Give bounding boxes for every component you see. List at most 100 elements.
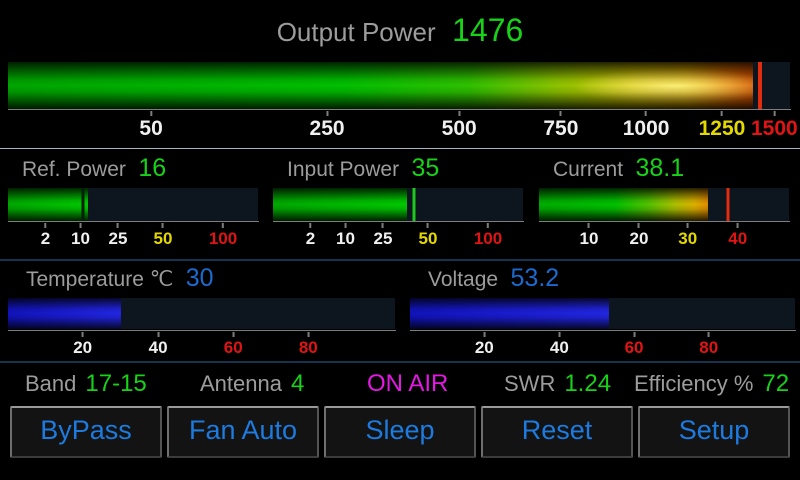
tick-label: 10 (336, 229, 355, 248)
tick-label: 1250 (698, 117, 746, 140)
tick-label: 25 (373, 229, 393, 248)
current-peak-marker (726, 188, 730, 221)
voltage-axis (410, 330, 796, 331)
scale-tick: 50 (139, 111, 163, 141)
section-divider (0, 259, 800, 261)
section-divider (0, 148, 800, 149)
tick-mark (637, 223, 640, 228)
current-title: Current 38.1 (553, 154, 684, 183)
tick-label: 1500 (751, 117, 798, 140)
efficiency-value: 72 (762, 370, 790, 397)
tick-mark (116, 223, 119, 228)
output-power-axis (8, 109, 791, 110)
tick-mark (222, 223, 224, 228)
swr-label: SWR (504, 371, 556, 396)
ref-power-scale: 2 10 25 50 100 (8, 223, 258, 253)
output-power-label: Output Power (276, 17, 436, 47)
scale-tick: 40 (550, 332, 569, 358)
scale-tick: 250 (310, 111, 345, 141)
scale-tick: 20 (73, 332, 92, 358)
ref-power-label: Ref. Power (22, 158, 126, 181)
voltage-title: Voltage 53.2 (428, 264, 559, 293)
scale-tick: 10 (336, 223, 355, 249)
ref-power-fill (8, 188, 88, 221)
sleep-button[interactable]: Sleep (324, 406, 476, 458)
scale-tick: 750 (543, 111, 578, 141)
on-air-text: ON AIR (367, 370, 449, 397)
on-air-indicator: ON AIR (367, 364, 448, 404)
tick-mark (587, 223, 590, 228)
voltage-fill (410, 298, 610, 329)
antenna-value: 4 (290, 370, 305, 397)
ref-power-title: Ref. Power 16 (22, 154, 166, 183)
input-power-peak-marker (412, 188, 416, 221)
scale-tick: 30 (678, 223, 697, 249)
tick-mark (344, 223, 347, 228)
current-fill (539, 188, 708, 221)
tick-mark (44, 223, 47, 228)
tick-mark (309, 223, 312, 228)
scale-tick: 1250 (698, 111, 746, 141)
scale-tick: 80 (299, 332, 318, 358)
input-power-scale: 2 10 25 50 100 (273, 223, 523, 253)
tick-mark (458, 111, 461, 116)
scale-tick: 60 (224, 332, 243, 358)
tick-label: 100 (473, 229, 503, 248)
input-power-bar (273, 188, 523, 221)
tick-label: 20 (73, 338, 93, 357)
scale-tick: 20 (475, 332, 494, 358)
ref-power-gauge: Ref. Power 16 2 10 25 50 100 (8, 152, 259, 257)
scale-tick: 10 (71, 223, 90, 249)
scale-tick: 10 (579, 223, 599, 249)
scale-tick: 50 (418, 223, 438, 249)
scale-tick: 40 (728, 223, 747, 249)
scale-tick: 1500 (751, 111, 798, 141)
tick-label: 10 (71, 229, 90, 248)
tick-mark (426, 223, 429, 228)
tick-label: 25 (108, 229, 128, 248)
ref-power-peak-marker (81, 188, 85, 221)
output-power-fill (8, 62, 754, 109)
scale-tick: 25 (108, 223, 128, 249)
scale-tick: 2 (41, 223, 50, 249)
current-value: 38.1 (635, 154, 685, 182)
tick-label: 750 (543, 117, 579, 140)
tick-label: 10 (579, 229, 599, 248)
output-power-value: 1476 (452, 12, 524, 48)
bypass-button[interactable]: ByPass (10, 406, 162, 458)
tick-label: 40 (549, 338, 569, 357)
tick-label: 20 (474, 338, 494, 357)
scale-tick: 2 (306, 223, 315, 249)
tick-mark (232, 332, 235, 337)
ref-power-bar (8, 188, 258, 221)
tick-mark (150, 111, 153, 116)
antenna-indicator: Antenna 4 (200, 364, 304, 404)
fan-auto-button[interactable]: Fan Auto (167, 406, 319, 458)
scale-tick: 100 (474, 223, 502, 249)
temperature-axis (8, 330, 396, 331)
tick-mark (736, 223, 739, 228)
scale-tick: 1000 (623, 111, 669, 141)
tick-mark (79, 223, 82, 228)
input-power-gauge: Input Power 35 2 10 25 50 100 (273, 152, 524, 257)
tick-label: 60 (223, 338, 243, 357)
tick-label: 50 (418, 229, 438, 248)
tick-label: 2 (305, 229, 316, 248)
setup-button[interactable]: Setup (638, 406, 790, 458)
efficiency-label: Efficiency % (634, 371, 754, 396)
tick-mark (157, 332, 160, 337)
tick-label: 40 (148, 338, 168, 357)
reset-button[interactable]: Reset (481, 406, 633, 458)
swr-indicator: SWR 1.24 (504, 364, 611, 404)
scale-tick: 500 (442, 111, 477, 141)
output-power-title: Output Power 1476 (0, 12, 800, 49)
output-power-bar (8, 62, 790, 109)
input-power-title: Input Power 35 (287, 154, 439, 183)
tick-label: 30 (678, 229, 698, 248)
tick-mark (720, 111, 723, 116)
tick-label: 60 (624, 338, 644, 357)
current-bar (539, 188, 789, 221)
tick-mark (773, 111, 776, 116)
temperature-label: Temperature ℃ (26, 268, 174, 291)
tick-mark (707, 332, 710, 337)
